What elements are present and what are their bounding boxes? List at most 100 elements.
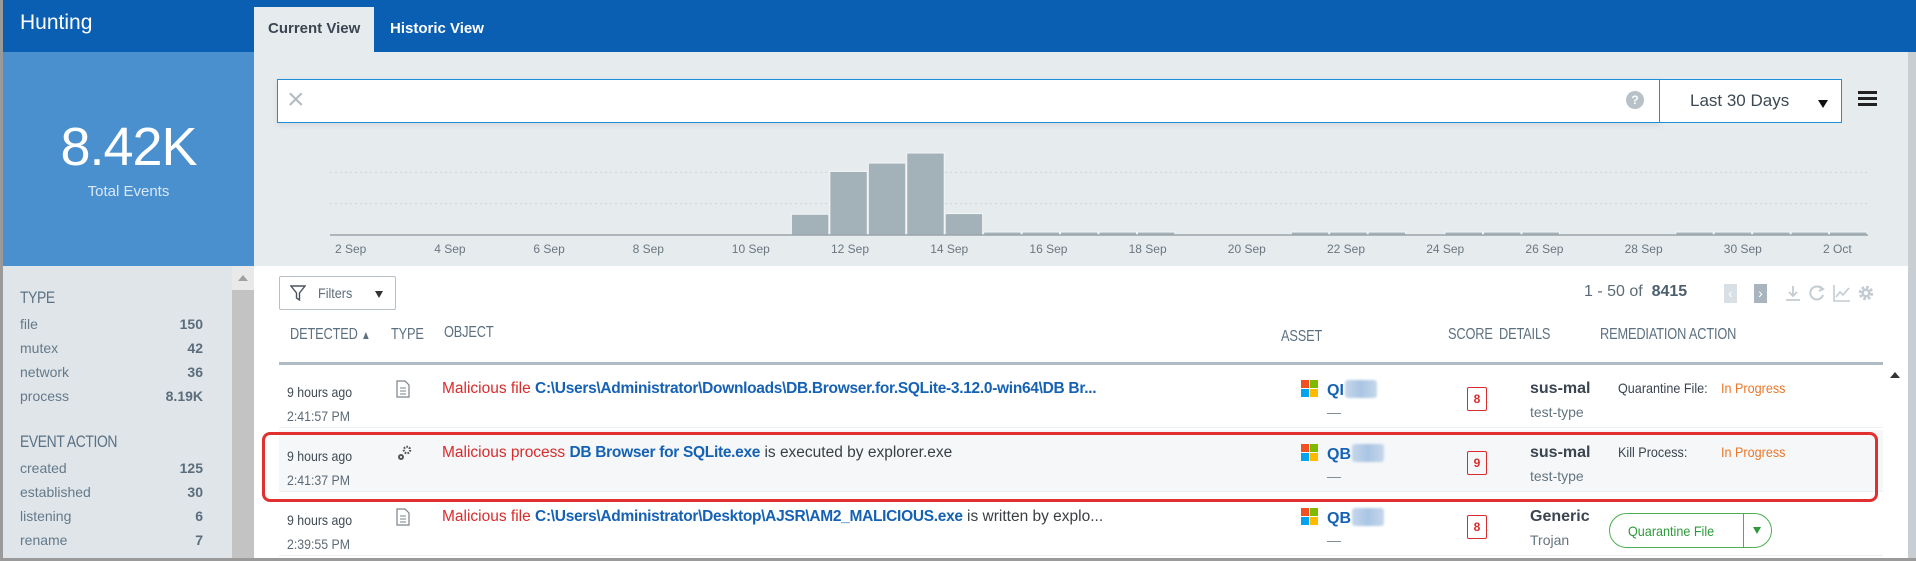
facet-label: rename	[20, 532, 68, 548]
question-circle-icon[interactable]: ?	[1626, 91, 1644, 109]
chevron-down-icon[interactable]	[1753, 527, 1761, 534]
table-row-selected[interactable]: 9 hours ago 2:41:37 PM Malicious process …	[279, 430, 1890, 492]
object-cell: Malicious file C:\Users\Administrator\De…	[442, 508, 1172, 526]
table-scrollbar[interactable]	[1883, 362, 1908, 558]
remediation-status: In Progress	[1721, 444, 1786, 460]
object-cell: Malicious file C:\Users\Administrator\Do…	[442, 380, 1172, 398]
facet-title-type: TYPE	[20, 288, 55, 307]
facet-count: 6	[195, 508, 203, 524]
filters-button[interactable]: Filters	[279, 276, 396, 310]
window-edge	[1908, 52, 1916, 558]
verdict-text: Malicious file	[442, 508, 531, 525]
column-header-asset[interactable]: ASSET	[1281, 328, 1322, 346]
time-range-select[interactable]: Last 30 Days	[1659, 79, 1842, 123]
column-header-detected[interactable]: DETECTED ▲	[290, 326, 371, 344]
table-row[interactable]: 9 hours ago 2:39:55 PM Malicious file C:\…	[279, 494, 1890, 556]
x-tick-label: 10 Sep	[732, 242, 770, 256]
column-header-details[interactable]: DETAILS	[1499, 326, 1550, 344]
x-tick-label: 14 Sep	[930, 242, 968, 256]
score-badge: 8	[1467, 387, 1487, 411]
facet-label: file	[20, 316, 38, 332]
arrow-up-icon	[238, 275, 248, 281]
sort-asc-icon: ▲	[361, 328, 371, 342]
column-header-type[interactable]: TYPE	[391, 326, 424, 344]
facet-count: 42	[187, 340, 203, 356]
tab-current-view[interactable]: Current View	[254, 7, 375, 52]
x-tick-label: 8 Sep	[633, 242, 665, 256]
asset-subtext: —	[1327, 468, 1341, 484]
asset-link[interactable]: QB	[1327, 508, 1384, 528]
chart-icon[interactable]	[1832, 283, 1852, 303]
x-tick-label: 16 Sep	[1029, 242, 1067, 256]
histogram-bar	[829, 170, 868, 236]
download-icon[interactable]	[1783, 283, 1803, 303]
asset-link[interactable]: QB	[1327, 444, 1384, 464]
detected-cell: 9 hours ago 2:41:57 PM	[287, 384, 353, 424]
score-badge: 8	[1467, 515, 1487, 539]
facet-item[interactable]: created 125	[20, 456, 203, 480]
histogram-bar	[867, 162, 907, 236]
facet-item[interactable]: rename 7	[20, 528, 203, 552]
hamburger-menu-icon[interactable]	[1858, 91, 1877, 107]
facet-item[interactable]: file 150	[20, 312, 203, 336]
redacted-text	[1352, 508, 1384, 526]
redacted-text	[1352, 444, 1384, 462]
x-tick-label: 2 Sep	[335, 242, 367, 256]
object-path-link[interactable]: C:\Users\Administrator\Desktop\AJSR\AM2_…	[535, 508, 963, 525]
quarantine-file-button[interactable]: Quarantine File	[1609, 513, 1772, 548]
facet-count: 36	[187, 364, 203, 380]
facet-count: 7	[195, 532, 203, 548]
chevron-down-icon	[1818, 100, 1828, 108]
previous-page-button[interactable]: ‹	[1724, 284, 1737, 303]
column-header-remediation-action[interactable]: REMEDIATION ACTION	[1600, 326, 1736, 344]
facet-item[interactable]: process 8.19K	[20, 384, 203, 408]
windows-logo-icon	[1301, 444, 1318, 461]
x-tick-label: 2 Oct	[1823, 242, 1852, 256]
scroll-up-button[interactable]	[232, 266, 254, 290]
chevron-down-icon	[375, 291, 383, 298]
object-path-link[interactable]: DB Browser for SQLite.exe	[570, 444, 761, 461]
funnel-icon	[290, 285, 306, 301]
windows-logo-icon	[1301, 380, 1318, 397]
search-input[interactable]	[322, 86, 1562, 116]
histogram-bar	[790, 213, 830, 236]
x-tick-label: 12 Sep	[831, 242, 869, 256]
x-tick-label: 20 Sep	[1228, 242, 1266, 256]
x-tick-label: 22 Sep	[1327, 242, 1365, 256]
asset-link[interactable]: QI	[1327, 380, 1377, 400]
filters-label: Filters	[318, 285, 353, 301]
gear-icon[interactable]	[1856, 283, 1876, 303]
facet-item[interactable]: mutex 42	[20, 336, 203, 360]
total-events-value: 8.42K	[60, 117, 197, 177]
top-bar: Hunting Current View Historic View	[3, 0, 1916, 52]
asset-subtext: —	[1327, 404, 1341, 420]
facet-count: 8.19K	[165, 388, 203, 404]
column-header-object[interactable]: OBJECT	[444, 324, 494, 342]
arrow-up-icon[interactable]	[1890, 372, 1900, 378]
facet-count: 125	[179, 460, 203, 476]
x-tick-label: 26 Sep	[1525, 242, 1563, 256]
asset-subtext: —	[1327, 532, 1341, 548]
facet-item[interactable]: established 30	[20, 480, 203, 504]
x-tick-label: 30 Sep	[1724, 242, 1762, 256]
tab-historic-view[interactable]: Historic View	[376, 7, 498, 52]
table-row[interactable]: 9 hours ago 2:41:57 PM Malicious file C:\…	[279, 366, 1890, 428]
facet-label: process	[20, 388, 70, 404]
x-tick-label: 24 Sep	[1426, 242, 1464, 256]
facet-label: listening	[20, 508, 72, 524]
facet-item[interactable]: network 36	[20, 360, 203, 384]
next-page-button[interactable]: ›	[1754, 284, 1767, 303]
refresh-icon[interactable]	[1807, 283, 1827, 303]
facet-item[interactable]: listening 6	[20, 504, 203, 528]
histogram-bar	[944, 213, 984, 236]
facet-count: 150	[179, 316, 203, 332]
verdict-text: Malicious file	[442, 380, 531, 397]
clear-search-icon[interactable]: ×	[287, 85, 311, 115]
search-bar: × ? Last 30 Days	[277, 79, 1842, 123]
events-histogram: 2 Sep 4 Sep 6 Sep 8 Sep 10 Sep 12 Sep 14 Sep 16…	[323, 138, 1883, 263]
header-divider	[279, 362, 1890, 365]
facet-scrollbar[interactable]	[232, 266, 254, 558]
object-path-link[interactable]: C:\Users\Administrator\Downloads\DB.Brow…	[535, 380, 1096, 397]
windows-logo-icon	[1301, 508, 1318, 525]
column-header-score[interactable]: SCORE	[1448, 326, 1493, 344]
